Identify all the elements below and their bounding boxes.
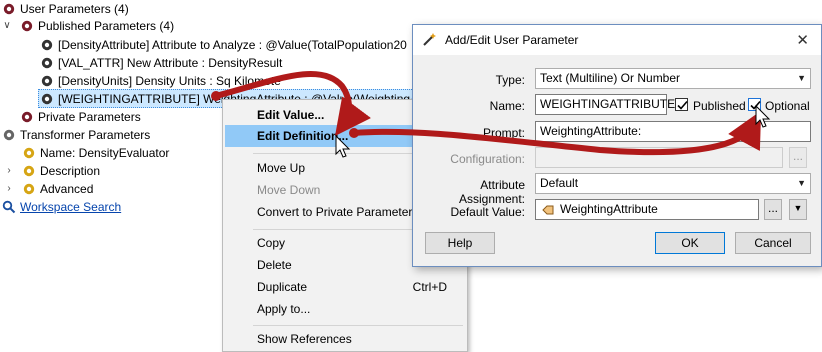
menu-item-duplicate[interactable]: Duplicate Ctrl+D [225,276,465,298]
gear-icon [23,183,35,195]
prompt-label: Prompt: [482,126,525,140]
published-label: Published [693,99,746,113]
dropdown-arrow-icon: ▼ [797,73,806,83]
menu-item-apply-to[interactable]: Apply to... [225,298,465,320]
attr-assign-label: Attribute Assignment: [458,178,525,206]
tree-item-label: [VAL_ATTR] New Attribute : DensityResult [58,56,283,70]
tree-user-parameters-label: User Parameters (4) [20,2,129,16]
gear-icon [3,129,15,141]
name-field[interactable]: WEIGHTINGATTRIBUTE [535,94,675,115]
tree-name-item[interactable]: Name: DensityEvaluator [22,144,169,162]
tree-item-val-attr[interactable]: [VAL_ATTR] New Attribute : DensityResult [40,54,282,72]
tree-name-item-label: Name: DensityEvaluator [40,146,170,160]
gear-icon [21,111,33,123]
type-select[interactable]: Text (Multiline) Or Number ▼ [535,68,811,89]
dialog-title: Add/Edit User Parameter [445,33,579,47]
checkmark-icon [750,100,761,110]
attr-assign-value: Default [540,176,579,190]
search-icon [2,200,16,214]
workspace-search-link[interactable]: Workspace Search [2,198,121,216]
close-icon[interactable]: ✕ [796,31,809,49]
gear-icon [41,39,53,51]
tree-item-density-attribute[interactable]: [DensityAttribute] Attribute to Analyze … [40,36,407,54]
wand-icon [423,33,436,46]
tree-transformer-parameters-label: Transformer Parameters [20,128,151,142]
chevron-right-icon[interactable]: › [4,162,14,180]
workspace-search-label[interactable]: Workspace Search [20,198,121,216]
menu-separator [253,325,463,326]
tree-item-density-units[interactable]: [DensityUnits] Density Units : Sq Kilome… [40,72,281,90]
gear-icon [41,57,53,69]
default-value-label: Default Value: [450,205,526,219]
optional-label: Optional [765,99,810,113]
tree-user-parameters[interactable]: User Parameters (4) [2,0,129,18]
dialog-title-bar[interactable]: Add/Edit User Parameter ✕ [413,25,821,55]
optional-checkbox[interactable] [748,98,761,111]
attribute-icon [542,205,554,215]
ok-button[interactable]: OK [655,232,725,254]
dropdown-arrow-icon: ▼ [797,178,806,188]
default-value: WeightingAttribute [560,202,658,216]
help-button[interactable]: Help [425,232,495,254]
published-checkbox[interactable] [675,98,688,111]
attr-assign-select[interactable]: Default ▼ [535,173,811,194]
name-value: WEIGHTINGATTRIBUTE [540,97,676,111]
gear-icon [23,147,35,159]
configuration-more-button: ... [789,147,807,168]
prompt-field[interactable]: WeightingAttribute: [535,121,811,142]
type-value: Text (Multiline) Or Number [540,71,681,85]
tree-description[interactable]: › Description [4,162,100,180]
type-label: Type: [495,73,525,87]
gear-icon [41,93,53,104]
menu-item-show-references[interactable]: Show References [225,328,465,350]
tree-advanced[interactable]: › Advanced [4,180,93,198]
checkmark-icon [677,100,688,110]
add-edit-user-parameter-dialog: Add/Edit User Parameter ✕ Type: Text (Mu… [412,24,822,267]
default-value-field[interactable]: WeightingAttribute [535,199,759,220]
tree-item-label: [DensityUnits] Density Units : Sq Kilome… [58,74,281,88]
prompt-value: WeightingAttribute: [540,124,642,138]
tree-transformer-parameters[interactable]: Transformer Parameters [2,126,150,144]
chevron-down-icon[interactable]: ∨ [2,17,12,35]
tree-item-label: [DensityAttribute] Attribute to Analyze … [58,38,407,52]
gear-icon [23,165,35,177]
cancel-button[interactable]: Cancel [735,232,811,254]
name-label: Name: [489,99,525,113]
default-value-more-button[interactable]: ... [764,199,782,220]
tree-published-parameters[interactable]: ∨ Published Parameters (4) [2,17,174,35]
configuration-field [535,147,783,168]
tree-published-parameters-label: Published Parameters (4) [38,19,175,33]
chevron-right-icon[interactable]: › [4,180,14,198]
tree-advanced-label: Advanced [40,182,94,196]
gear-icon [21,20,33,32]
default-value-menu-button[interactable]: ▼ [789,199,807,220]
tree-description-label: Description [40,164,101,178]
tree-private-parameters-label: Private Parameters [38,110,141,124]
tree-private-parameters[interactable]: Private Parameters [20,108,141,126]
menu-item-duplicate-shortcut: Ctrl+D [412,280,447,294]
configuration-label: Configuration: [450,152,525,166]
gear-icon [3,3,15,15]
menu-item-duplicate-label: Duplicate [257,280,308,294]
gear-icon [41,75,53,87]
